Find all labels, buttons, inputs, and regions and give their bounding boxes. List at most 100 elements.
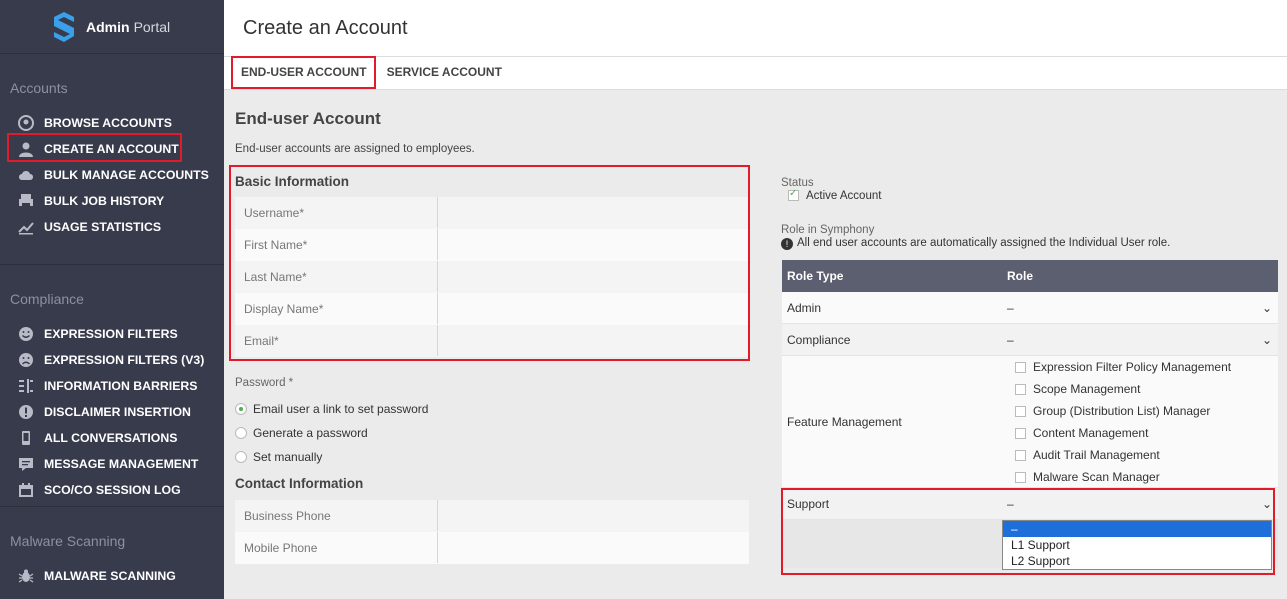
role-note-text: All end user accounts are automatically … (797, 237, 1171, 249)
feature-option[interactable]: Content Management (1015, 422, 1278, 444)
sidebar-item-information-barriers[interactable]: INFORMATION BARRIERS (0, 373, 224, 399)
sidebar-item-label: MALWARE SCANNING (44, 569, 176, 583)
sidebar-item-label: BULK JOB HISTORY (44, 194, 165, 208)
sidebar-item-label: BROWSE ACCOUNTS (44, 116, 172, 130)
sidebar-section-malware: Malware Scanning MALWARE SCANNING (0, 507, 224, 589)
status-label: Status (781, 177, 814, 189)
role-row-support: Support – ⌄ (782, 488, 1278, 520)
feature-option[interactable]: Audit Trail Management (1015, 444, 1278, 466)
section-title: Compliance (10, 291, 84, 307)
app-name: Admin Portal (86, 18, 171, 35)
feature-option[interactable]: Scope Management (1015, 378, 1278, 400)
field-label: Last Name* (235, 261, 438, 292)
password-option-manual[interactable]: Set manually (235, 445, 428, 469)
sidebar-item-label: SCO/CO SESSION LOG (44, 483, 181, 497)
sidebar-item-label: INFORMATION BARRIERS (44, 379, 198, 393)
sidebar-item-disclaimer-insertion[interactable]: DISCLAIMER INSERTION (0, 399, 224, 425)
smile-icon (18, 326, 34, 342)
calendar-icon (18, 482, 34, 498)
select-value: – (1007, 496, 1014, 511)
select-value: – (1007, 332, 1014, 347)
field-row: Mobile Phone (235, 532, 749, 564)
radio-label: Email user a link to set password (253, 402, 429, 416)
contact-section: Contact Information Business Phone Mobil… (235, 476, 749, 564)
last-name-input[interactable] (438, 261, 749, 292)
page-title: Create an Account (243, 16, 408, 39)
active-account-checkbox[interactable] (788, 188, 799, 202)
sidebar-item-browse-accounts[interactable]: BROWSE ACCOUNTS (0, 110, 224, 136)
sidebar-item-bulk-manage[interactable]: BULK MANAGE ACCOUNTS (0, 162, 224, 188)
username-input[interactable] (438, 197, 749, 228)
field-label: First Name* (235, 229, 438, 260)
info-icon: ! (781, 238, 793, 250)
checkbox[interactable] (1015, 449, 1026, 461)
status-section: Status Active Account (781, 177, 881, 202)
password-label: Password * (235, 377, 294, 389)
brand[interactable]: Admin Portal (0, 0, 224, 54)
sidebar-item-label: CREATE AN ACCOUNT (44, 142, 179, 156)
password-option-email[interactable]: Email user a link to set password (235, 397, 428, 421)
active-account-row[interactable]: Active Account (788, 188, 881, 202)
search-user-icon (18, 115, 34, 131)
tab-service-account[interactable]: SERVICE ACCOUNT (377, 57, 512, 90)
feature-option[interactable]: Malware Scan Manager (1015, 466, 1278, 488)
dropdown-option[interactable]: L1 Support (1003, 537, 1271, 553)
checkbox[interactable] (1015, 471, 1026, 483)
sidebar-item-session-log[interactable]: SCO/CO SESSION LOG (0, 477, 224, 503)
role-table-header: Role Type Role (782, 260, 1278, 292)
feature-option[interactable]: Expression Filter Policy Management (1015, 356, 1278, 378)
role-type: Feature Management (787, 414, 902, 429)
dropdown-option[interactable]: – (1003, 521, 1271, 537)
chevron-down-icon: ⌄ (1261, 300, 1272, 315)
checkbox[interactable] (1015, 427, 1026, 439)
field-label: Username* (235, 197, 438, 228)
field-row: Last Name* (235, 261, 749, 293)
mobile-phone-input[interactable] (438, 532, 749, 563)
alert-icon (18, 404, 34, 420)
sidebar-item-label: USAGE STATISTICS (44, 220, 162, 234)
feature-option[interactable]: Group (Distribution List) Manager (1015, 400, 1278, 422)
first-name-input[interactable] (438, 229, 749, 260)
logo-icon (54, 11, 74, 42)
support-role-select[interactable]: – ⌄ (1007, 497, 1278, 511)
sidebar-item-label: BULK MANAGE ACCOUNTS (44, 168, 209, 182)
barrier-icon (18, 378, 34, 394)
sidebar-item-expression-filters-v3[interactable]: EXPRESSION FILTERS (V3) (0, 347, 224, 373)
field-label: Mobile Phone (235, 532, 438, 563)
printer-icon (18, 193, 34, 209)
dropdown-option[interactable]: L2 Support (1003, 553, 1271, 569)
password-option-generate[interactable]: Generate a password (235, 421, 428, 445)
sidebar-item-message-management[interactable]: MESSAGE MANAGEMENT (0, 451, 224, 477)
sidebar-item-usage-statistics[interactable]: USAGE STATISTICS (0, 214, 224, 240)
checkbox[interactable] (1015, 383, 1026, 395)
tab-end-user-account[interactable]: END-USER ACCOUNT (224, 57, 377, 90)
radio-button[interactable] (235, 403, 247, 415)
field-label: Business Phone (235, 500, 438, 531)
role-note: ! All end user accounts are automatically… (781, 237, 1170, 250)
basic-info-title: Basic Information (235, 174, 350, 189)
sidebar-item-all-conversations[interactable]: ALL CONVERSATIONS (0, 425, 224, 451)
sidebar-item-expression-filters[interactable]: EXPRESSION FILTERS (0, 321, 224, 347)
sidebar-item-create-account[interactable]: CREATE AN ACCOUNT (0, 136, 224, 162)
field-row: Business Phone (235, 500, 749, 532)
field-row: First Name* (235, 229, 749, 261)
contact-title: Contact Information (235, 476, 364, 491)
sidebar-item-bulk-job-history[interactable]: BULK JOB HISTORY (0, 188, 224, 214)
sidebar-section-compliance: Compliance EXPRESSION FILTERS EXPRESSION… (0, 265, 224, 507)
bug-icon (18, 568, 34, 584)
password-section: Password * Email user a link to set pass… (235, 377, 428, 469)
compliance-role-select[interactable]: – ⌄ (1007, 333, 1278, 347)
checkbox[interactable] (1015, 361, 1026, 373)
admin-role-select[interactable]: – ⌄ (1007, 301, 1278, 315)
page-header: Create an Account (224, 0, 1287, 57)
display-name-input[interactable] (438, 293, 749, 324)
role-type: Admin (787, 300, 822, 315)
business-phone-input[interactable] (438, 500, 749, 531)
email-input[interactable] (438, 325, 749, 356)
sidebar-item-malware-scanning[interactable]: MALWARE SCANNING (0, 563, 224, 589)
support-dropdown-list: – L1 Support L2 Support (1002, 520, 1272, 570)
radio-button[interactable] (235, 451, 247, 463)
checkbox[interactable] (1015, 405, 1026, 417)
radio-button[interactable] (235, 427, 247, 439)
header-role-type: Role Type (787, 269, 844, 283)
